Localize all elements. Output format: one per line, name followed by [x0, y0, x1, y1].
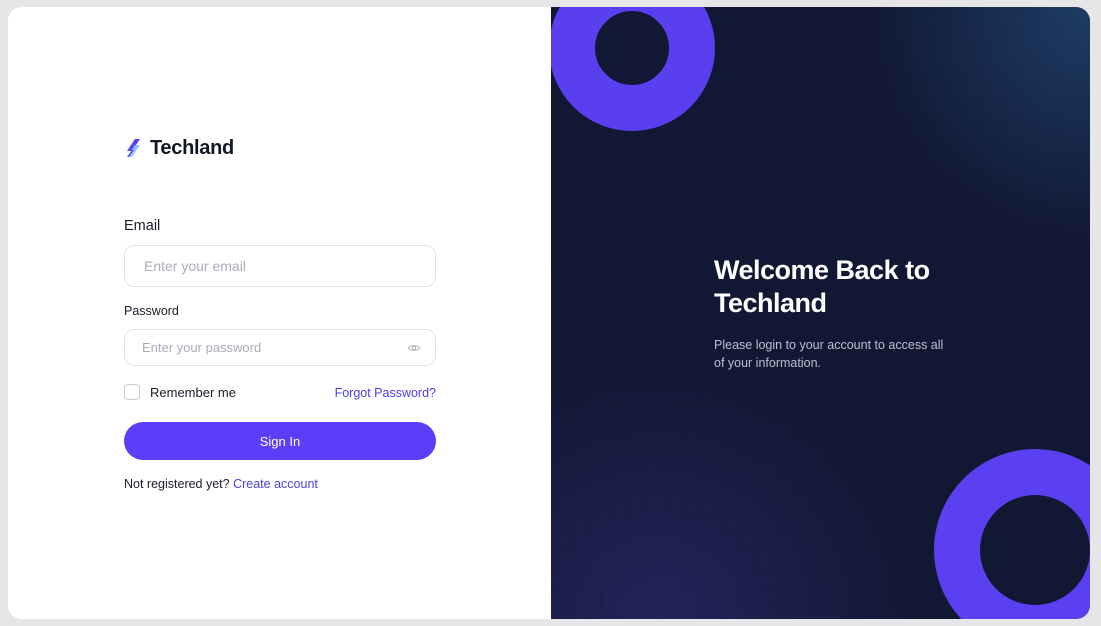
- welcome-panel: Welcome Back to Techland Please login to…: [551, 7, 1090, 619]
- create-account-link[interactable]: Create account: [233, 477, 318, 491]
- welcome-description: Please login to your account to access a…: [714, 338, 944, 370]
- register-prompt: Not registered yet? Create account: [124, 477, 318, 491]
- brand: Techland: [124, 136, 234, 160]
- remember-me-label: Remember me: [150, 384, 236, 400]
- password-field-box[interactable]: [124, 329, 436, 366]
- brand-name: Techland: [150, 136, 234, 159]
- welcome-title: Welcome Back to Techland: [714, 255, 930, 318]
- brand-logo-icon: [127, 139, 140, 157]
- remember-me-checkbox[interactable]: Remember me: [124, 384, 236, 400]
- login-window: Techland Email Password Remember me Forg…: [8, 7, 1090, 619]
- email-input[interactable]: [144, 258, 421, 274]
- email-label: Email: [124, 218, 161, 234]
- register-prompt-text: Not registered yet?: [124, 477, 230, 491]
- forgot-password-link[interactable]: Forgot Password?: [335, 386, 436, 400]
- password-label: Password: [124, 304, 179, 318]
- eye-icon[interactable]: [407, 341, 421, 355]
- checkbox-box[interactable]: [124, 384, 140, 400]
- sign-in-button[interactable]: Sign In: [124, 422, 436, 460]
- email-field-box[interactable]: [124, 245, 436, 287]
- password-input[interactable]: [142, 340, 407, 355]
- login-panel: Techland Email Password Remember me Forg…: [8, 7, 551, 619]
